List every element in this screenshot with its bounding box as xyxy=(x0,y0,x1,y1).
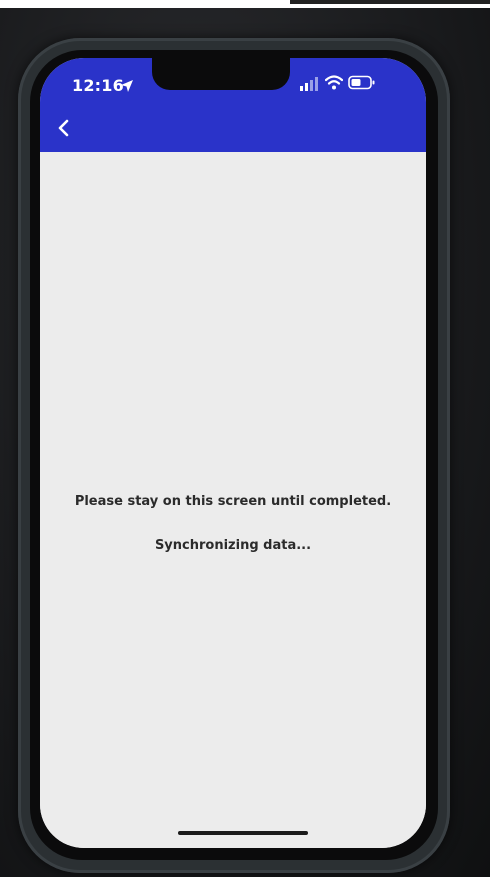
phone-screen: 12:16 Please stay on this screen until c… xyxy=(40,58,426,848)
photo-scene: 12:16 Please stay on this screen until c… xyxy=(0,0,490,877)
home-indicator[interactable] xyxy=(178,831,308,835)
stay-on-screen-message: Please stay on this screen until complet… xyxy=(74,494,392,509)
background-strip-dark xyxy=(290,0,490,4)
battery-icon xyxy=(348,75,375,90)
notch xyxy=(152,58,290,90)
status-time: 12:16 xyxy=(72,76,124,95)
app-header: 12:16 xyxy=(40,58,426,152)
wifi-icon xyxy=(325,75,343,90)
location-arrow-icon xyxy=(121,80,133,92)
signal-icon xyxy=(300,77,318,91)
chevron-left-icon xyxy=(58,119,69,137)
sync-status-message: Synchronizing data... xyxy=(154,538,312,553)
content-area: Please stay on this screen until complet… xyxy=(40,152,426,848)
back-button[interactable] xyxy=(48,112,80,144)
